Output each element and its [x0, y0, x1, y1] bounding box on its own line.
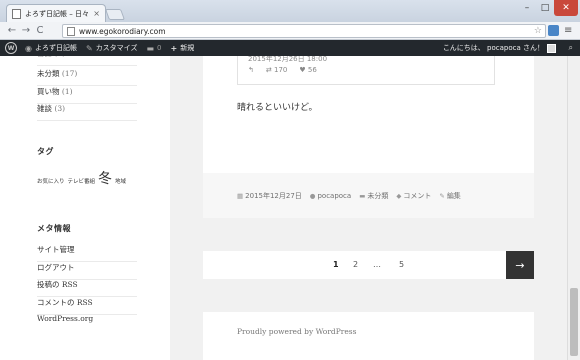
page-number-current: 1 — [333, 260, 339, 269]
tags-heading: タグ — [37, 147, 54, 156]
new-tab-button[interactable] — [104, 9, 126, 20]
retweet-icon: ⇄ — [265, 66, 272, 74]
pencil-icon: ✎ — [439, 191, 445, 200]
tab-title: よろず日記帳 – 日々の色々な — [25, 9, 89, 18]
category-name: 未分類 — [37, 69, 60, 78]
comment-bubble-icon: ▬ — [146, 43, 155, 53]
url-text[interactable]: www.egokorodiary.com — [79, 27, 534, 36]
category-name: 買い物 — [37, 87, 60, 96]
comments-count: 0 — [157, 44, 162, 52]
back-button[interactable]: ← — [5, 22, 19, 40]
meta-link[interactable]: サイト管理 — [37, 244, 137, 262]
meta-heading: メタ情報 — [37, 224, 71, 233]
chrome-menu-icon[interactable]: ≡ — [564, 25, 574, 36]
tag-link[interactable]: 地域 — [115, 177, 126, 185]
plus-icon: + — [170, 43, 178, 53]
page-icon — [67, 26, 75, 36]
window-close-button[interactable]: ✕ — [554, 0, 578, 16]
scrollbar-thumb[interactable] — [570, 288, 578, 356]
pagination: 1 2 … 5 — [203, 251, 534, 279]
comment-icon: ◆ — [396, 191, 402, 200]
maximize-button[interactable]: □ — [536, 0, 554, 16]
sidebar-category-link[interactable]: 雑談 (3) — [37, 103, 137, 121]
bookmark-star-icon[interactable]: ☆ — [534, 26, 542, 36]
category-count: (1) — [61, 87, 73, 96]
admin-site-name[interactable]: ◉ よろず日記帳 — [25, 43, 77, 53]
post-edit-link[interactable]: ✎ 編集 — [439, 191, 460, 201]
category-name: 雑談 — [37, 104, 52, 113]
comment-text: コメント — [403, 191, 432, 200]
tag-link[interactable]: 冬 — [98, 168, 112, 188]
tag-cloud: お気に入り テレビ番組 冬 地域 — [37, 168, 126, 188]
new-label: 新規 — [180, 44, 195, 52]
camera-extension-icon[interactable] — [548, 25, 559, 36]
wordpress-logo-icon[interactable]: W — [5, 42, 17, 54]
admin-customize[interactable]: ✎ カスタマイズ — [86, 43, 138, 53]
page-favicon-icon — [12, 8, 21, 19]
page-number[interactable]: 2 — [353, 251, 358, 279]
post-author[interactable]: ● pocapoca — [310, 192, 351, 200]
address-bar[interactable]: www.egokorodiary.com ☆ — [62, 24, 546, 38]
like-action[interactable]: ♥ 56 — [299, 66, 316, 74]
post-meta-footer: ▦ 2015年12月27日 ● pocapoca ▬ 未分類 ◆ コメント ✎ 編集 — [203, 173, 534, 218]
forward-button[interactable]: → — [19, 22, 33, 40]
tweet-date[interactable]: 2015年12月26日 18:00 — [248, 56, 327, 64]
page-ellipsis: … — [373, 260, 381, 269]
post-comment-link[interactable]: ◆ コメント — [396, 191, 431, 201]
site-footer: Proudly powered by WordPress — [203, 312, 534, 360]
dashboard-icon: ◉ — [25, 43, 32, 53]
browser-titlebar: よろず日記帳 – 日々の色々な × – □ ✕ — [0, 0, 580, 22]
wp-admin-bar: W ◉ よろず日記帳 ✎ カスタマイズ ▬ 0 + 新規 こんにちは、 poca… — [0, 40, 580, 56]
calendar-icon: ▦ — [237, 191, 244, 200]
sidebar-category-link[interactable]: 買い物 (1) — [37, 86, 137, 104]
browser-tab[interactable]: よろず日記帳 – 日々の色々な × — [6, 4, 106, 22]
sidebar-category-link[interactable]: 未分類 (17) — [37, 68, 137, 86]
page-number[interactable]: 5 — [399, 251, 404, 279]
post-date[interactable]: ▦ 2015年12月27日 — [237, 191, 302, 201]
retweet-count: 170 — [273, 66, 288, 74]
heart-icon: ♥ — [299, 66, 306, 74]
sidebar: 日記 (6) 未分類 (17) 買い物 (1) 雑談 (3) タグ お気に入り … — [0, 56, 170, 360]
meta-link[interactable]: WordPress.org — [37, 314, 137, 329]
sidebar-category-partial[interactable]: 日記 (6) — [37, 56, 137, 66]
folder-icon: ▬ — [359, 191, 366, 200]
meta-link[interactable]: ログアウト — [37, 262, 137, 280]
category-count: (17) — [61, 69, 78, 78]
post-date-text: 2015年12月27日 — [245, 191, 302, 200]
post-body-text: 晴れるといいけど。 — [237, 103, 318, 113]
author-name: pocapoca — [317, 191, 352, 200]
minimize-button[interactable]: – — [518, 0, 536, 16]
retweet-action[interactable]: ⇄ 170 — [266, 66, 287, 74]
like-count: 56 — [307, 66, 317, 74]
post-category[interactable]: ▬ 未分類 — [359, 191, 388, 201]
edit-text: 編集 — [446, 191, 461, 200]
tag-link[interactable]: お気に入り — [37, 177, 65, 185]
greeting-text: こんにちは、 pocapoca さん！ — [442, 44, 544, 52]
tag-link[interactable]: テレビ番組 — [68, 177, 96, 185]
customize-label: カスタマイズ — [95, 44, 138, 52]
reply-icon[interactable]: ↰ — [248, 66, 254, 74]
category-text: 未分類 — [367, 191, 389, 200]
vertical-scrollbar[interactable] — [567, 56, 580, 360]
page-viewport: 日記 (6) 未分類 (17) 買い物 (1) 雑談 (3) タグ お気に入り … — [0, 56, 567, 360]
browser-toolbar: ← → C www.egokorodiary.com ☆ ≡ — [0, 22, 580, 40]
admin-comments[interactable]: ▬ 0 — [146, 44, 161, 53]
powered-by-link[interactable]: Proudly powered by WordPress — [237, 327, 356, 336]
tab-close-icon[interactable]: × — [93, 9, 100, 18]
meta-link[interactable]: コメントの RSS — [37, 297, 137, 315]
admin-new[interactable]: + 新規 — [171, 43, 195, 53]
meta-link[interactable]: 投稿の RSS — [37, 279, 137, 297]
reload-button[interactable]: C — [33, 22, 47, 40]
admin-search-icon[interactable]: ⌕ — [569, 43, 573, 53]
admin-account[interactable]: こんにちは、 pocapoca さん！ — [443, 40, 556, 56]
site-name-label: よろず日記帳 — [34, 44, 77, 52]
person-icon: ● — [309, 191, 316, 200]
avatar — [547, 43, 556, 53]
tweet-actions: ↰ ⇄ 170 ♥ 56 — [248, 66, 317, 74]
brush-icon: ✎ — [85, 43, 93, 53]
next-page-arrow-icon[interactable]: → — [506, 251, 534, 279]
category-count: (3) — [54, 104, 66, 113]
embedded-tweet[interactable]: 2015年12月26日 18:00 ↰ ⇄ 170 ♥ 56 — [237, 56, 495, 85]
